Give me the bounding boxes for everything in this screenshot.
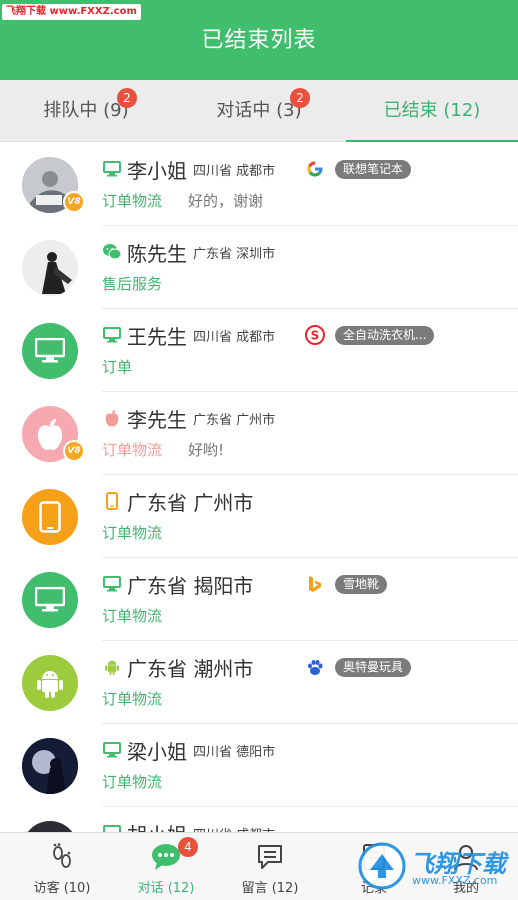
nav-messages[interactable]: 留言 (12)	[218, 833, 322, 900]
avatar	[22, 572, 78, 628]
pc-icon	[102, 574, 122, 594]
tab-queue-badge: 2	[117, 88, 137, 108]
watermark-logo-icon	[358, 842, 406, 890]
list-item[interactable]: 胡小姐 四川省 成都市	[0, 807, 518, 833]
visitor-location: 广东省 广州市	[193, 412, 276, 428]
bing-icon	[305, 574, 325, 594]
watermark-top: 飞翔下载 www.FXXZ.com	[2, 4, 141, 20]
avatar	[22, 240, 78, 296]
nav-visitors-label: 访客 (10)	[33, 881, 91, 896]
list-item[interactable]: 广东省 广州市 订单物流	[0, 475, 518, 558]
list-item[interactable]: 陈先生 广东省 深圳市 售后服务	[0, 226, 518, 309]
list-item[interactable]: 广东省 揭阳市 雪地靴 订单物流	[0, 558, 518, 641]
tab-queue-label: 排队中 (9)	[43, 100, 129, 121]
category-label: 订单物流	[102, 773, 163, 791]
avatar	[22, 489, 78, 545]
tab-chatting-label: 对话中 (3)	[216, 100, 302, 121]
visitor-location: 四川省 成都市	[193, 329, 276, 345]
pc-icon	[102, 740, 122, 760]
last-message: 好的，谢谢	[188, 192, 264, 210]
category-label: 订单	[102, 358, 133, 376]
list-item[interactable]: V8 李先生 广东省 广州市 订单物流 好哟!	[0, 392, 518, 475]
footprint-icon	[46, 841, 78, 873]
visitor-name: 广东省 揭阳市	[127, 573, 254, 598]
visitor-name: 王先生	[127, 324, 187, 349]
page-title: 已结束列表	[201, 28, 317, 53]
tab-ended-label: 已结束 (12)	[383, 100, 481, 121]
search-keyword: 全自动洗衣机...	[335, 325, 435, 345]
visitor-name: 李先生	[127, 407, 187, 432]
watermark-logo: 飞翔下载 www.FXXZ.com	[358, 836, 508, 896]
avatar	[22, 323, 78, 379]
pc-icon	[102, 159, 122, 179]
tab-ended[interactable]: 已结束 (12)	[346, 80, 518, 142]
phone-icon	[102, 491, 122, 511]
visitor-location: 四川省 德阳市	[193, 744, 276, 760]
google-icon	[305, 159, 325, 179]
visitor-name: 梁小姐	[127, 739, 187, 764]
sogou-icon: S	[305, 325, 325, 345]
list-item[interactable]: 王先生 四川省 成都市 S 全自动洗衣机... 订单	[0, 309, 518, 392]
visitor-name: 李小姐	[127, 158, 187, 183]
nav-visitors[interactable]: 访客 (10)	[10, 833, 114, 900]
visitor-location: 四川省 成都市	[193, 163, 276, 179]
tab-queue[interactable]: 排队中 (9) 2	[0, 80, 172, 142]
tab-bar: 排队中 (9) 2 对话中 (3) 2 已结束 (12)	[0, 80, 518, 142]
visitor-name: 胡小姐	[127, 819, 187, 834]
apple-icon	[102, 408, 122, 428]
category-label: 订单物流	[102, 607, 163, 625]
visitor-name: 广东省 潮州市	[127, 656, 254, 681]
nav-chats-label: 对话 (12)	[137, 881, 195, 896]
pc-icon	[102, 325, 122, 345]
visitor-name: 陈先生	[127, 241, 187, 266]
svg-text:S: S	[311, 329, 320, 343]
list-item[interactable]: 广东省 潮州市 奥特曼玩具 订单物流	[0, 641, 518, 724]
search-keyword: 雪地靴	[335, 574, 388, 594]
nav-messages-label: 留言 (12)	[241, 881, 299, 896]
conversation-list: V8 李小姐 四川省 成都市 联想笔记本 订单物流 好的，谢谢 陈先生 广东省 深…	[0, 143, 518, 833]
search-keyword: 联想笔记本	[335, 159, 412, 179]
message-icon	[254, 841, 286, 873]
category-label: 订单物流	[102, 441, 163, 459]
watermark-url: www.FXXZ.com	[412, 874, 498, 887]
visitor-name: 广东省 广州市	[127, 490, 254, 515]
search-keyword: 奥特曼玩具	[335, 657, 412, 677]
avatar	[22, 655, 78, 711]
wechat-icon	[102, 242, 122, 262]
nav-chats-badge: 4	[178, 837, 198, 857]
tab-chatting-badge: 2	[290, 88, 310, 108]
list-item[interactable]: 梁小姐 四川省 德阳市 订单物流	[0, 724, 518, 807]
nav-chats[interactable]: 4 对话 (12)	[114, 833, 218, 900]
category-label: 售后服务	[102, 275, 163, 293]
visitor-location: 广东省 深圳市	[193, 246, 276, 262]
list-item[interactable]: V8 李小姐 四川省 成都市 联想笔记本 订单物流 好的，谢谢	[0, 143, 518, 226]
baidu-icon	[305, 657, 325, 677]
tab-chatting[interactable]: 对话中 (3) 2	[173, 80, 345, 142]
android-icon	[102, 657, 122, 677]
vip-badge: V8	[63, 191, 85, 213]
category-label: 订单物流	[102, 690, 163, 708]
category-label: 订单物流	[102, 192, 163, 210]
vip-badge: V8	[63, 440, 85, 462]
avatar	[22, 738, 78, 794]
last-message: 好哟!	[188, 441, 225, 459]
category-label: 订单物流	[102, 524, 163, 542]
